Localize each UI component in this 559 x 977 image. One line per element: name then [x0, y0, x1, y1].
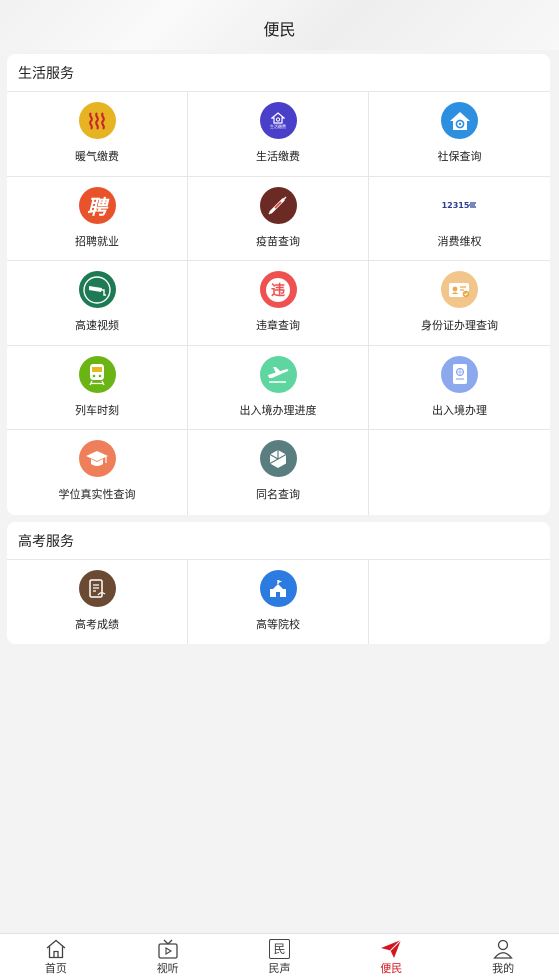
tab-label: 首页	[44, 962, 67, 975]
service-label: 消费维权	[437, 234, 482, 248]
service-degree-verification[interactable]: 学位真实性查询	[7, 430, 188, 515]
tab-mine[interactable]: 我的	[447, 934, 559, 977]
service-label: 高速视频	[75, 319, 119, 332]
consumer-rights-12315-icon: 12315	[441, 186, 478, 224]
service-label: 同名查询	[256, 488, 300, 501]
min-voice-icon-text: 民	[273, 942, 286, 956]
page-title: 便民	[263, 20, 296, 39]
service-train-schedule[interactable]: 列车时刻	[7, 345, 188, 430]
life-services-card: 生活服务 暖气缴费 生活缴费 生活缴费 社保查询 聘 招聘就业 疫苗查询 123…	[7, 54, 550, 515]
service-consumer-rights[interactable]: 12315 消费维权	[369, 177, 550, 261]
service-label: 疫苗查询	[256, 234, 300, 248]
train-icon	[78, 355, 116, 393]
passport-icon	[441, 355, 478, 393]
tab-label: 民声	[268, 962, 291, 975]
tab-audiovisual[interactable]: 视听	[112, 934, 224, 977]
service-label: 列车时刻	[75, 403, 119, 417]
tab-convenience[interactable]: 便民	[335, 934, 447, 977]
tab-public-voice[interactable]: 民 民声	[224, 934, 336, 977]
traffic-violation-icon-text: 违	[271, 282, 285, 299]
heating-icon	[78, 102, 116, 139]
empty-cell	[369, 560, 550, 644]
service-id-card[interactable]: 身份证办理查询	[369, 261, 550, 346]
tab-label: 便民	[380, 962, 403, 975]
highway-camera-icon	[78, 271, 116, 308]
same-name-icon	[259, 440, 297, 477]
recruitment-icon: 聘	[78, 186, 116, 224]
empty-cell	[369, 430, 550, 515]
traffic-violation-badge: 违	[266, 277, 290, 302]
service-label: 出入境办理进度	[239, 403, 317, 417]
service-label: 高等院校	[256, 618, 300, 631]
service-label: 学位真实性查询	[58, 488, 136, 501]
gaokao-services-grid: 高考成绩 高等院校	[7, 560, 550, 644]
service-label: 暖气缴费	[75, 150, 119, 163]
service-label: 身份证办理查询	[421, 319, 498, 332]
recruitment-icon-text: 聘	[87, 194, 107, 219]
service-exit-entry-progress[interactable]: 出入境办理进度	[188, 345, 369, 430]
tab-home[interactable]: 首页	[0, 934, 112, 977]
service-universities[interactable]: 高等院校	[188, 560, 369, 644]
service-label: 生活缴费	[256, 150, 300, 163]
utility-icon-text: 生活缴费	[270, 124, 286, 129]
id-card-icon	[441, 271, 478, 308]
traffic-violation-icon: 违	[259, 271, 297, 308]
service-label: 招聘就业	[75, 234, 119, 248]
service-traffic-violation[interactable]: 违 违章查询	[188, 261, 369, 346]
service-recruitment[interactable]: 聘 招聘就业	[7, 176, 188, 261]
airplane-icon	[259, 355, 297, 393]
service-exit-entry[interactable]: 出入境办理	[369, 346, 550, 430]
section-title-gaokao-services: 高考服务	[7, 522, 550, 560]
service-heating-payment[interactable]: 暖气缴费	[7, 92, 188, 177]
bottom-tab-bar: 首页 视听 民 民声 便民 我的	[0, 933, 559, 977]
gaokao-services-card: 高考服务 高考成绩 高等院校	[7, 522, 550, 644]
service-label: 违章查询	[256, 319, 300, 332]
tab-label: 视听	[156, 962, 179, 975]
service-gaokao-score[interactable]: 高考成绩	[7, 560, 188, 644]
person-icon	[493, 939, 513, 959]
service-utility-payment[interactable]: 生活缴费 生活缴费	[188, 92, 369, 177]
consumer-rights-icon-text: 12315	[441, 200, 470, 210]
service-label: 社保查询	[437, 150, 482, 163]
university-icon	[259, 570, 297, 607]
tab-label: 我的	[492, 962, 515, 975]
service-label: 出入境办理	[432, 403, 487, 417]
service-highway-video[interactable]: 高速视频	[7, 261, 188, 346]
graduation-cap-icon	[78, 440, 116, 477]
social-security-icon	[441, 102, 478, 139]
top-bar: 便民	[0, 0, 559, 50]
min-voice-icon: 民	[268, 939, 290, 959]
send-icon	[381, 939, 402, 958]
service-social-security[interactable]: 社保查询	[369, 92, 550, 177]
utility-payment-icon: 生活缴费	[259, 102, 297, 139]
life-services-grid: 暖气缴费 生活缴费 生活缴费 社保查询 聘 招聘就业 疫苗查询 12315 消费…	[7, 92, 550, 515]
exam-score-icon	[78, 570, 116, 607]
service-same-name[interactable]: 同名查询	[188, 430, 369, 515]
tv-icon	[158, 939, 178, 959]
home-icon	[46, 939, 66, 959]
section-title-life-services: 生活服务	[7, 54, 550, 92]
vaccine-icon	[259, 186, 297, 224]
service-label: 高考成绩	[75, 618, 119, 631]
service-vaccine[interactable]: 疫苗查询	[188, 176, 369, 261]
